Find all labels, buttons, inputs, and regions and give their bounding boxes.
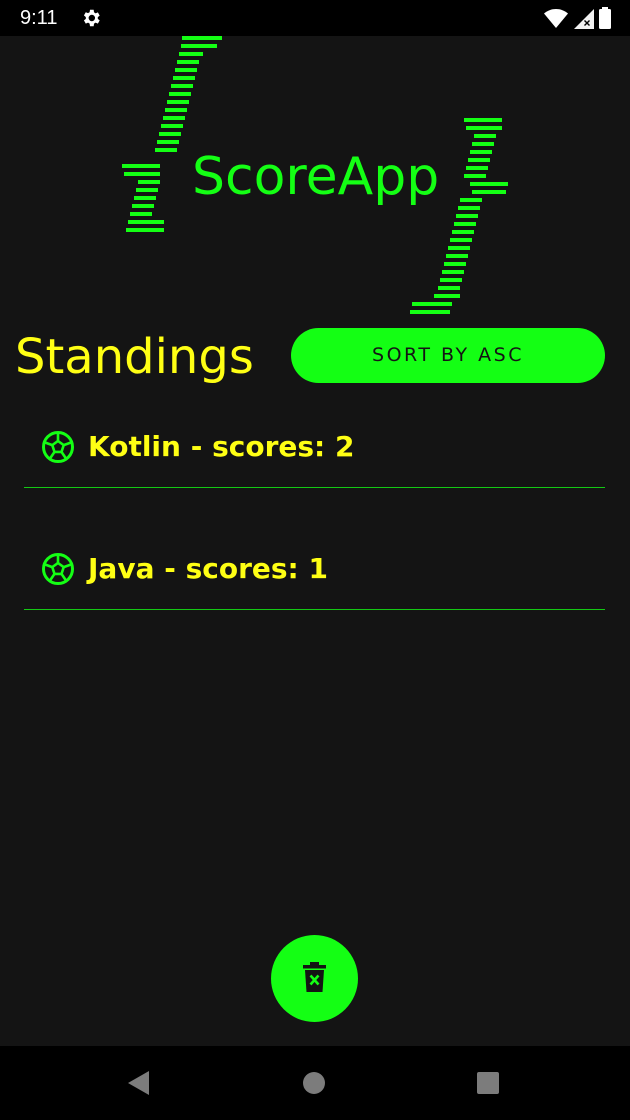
sort-button[interactable]: SORT BY ASC xyxy=(291,328,605,383)
list-item-label: Kotlin - scores: 2 xyxy=(88,430,355,463)
back-icon[interactable] xyxy=(122,1066,156,1100)
status-bar: 9:11 xyxy=(0,0,630,36)
status-time: 9:11 xyxy=(20,7,58,29)
navigation-bar xyxy=(0,1046,630,1120)
gear-icon xyxy=(83,9,100,27)
app-screen: 9:11 ScoreApp Standings SORT BY ASC Kotl… xyxy=(0,0,630,1120)
list-item-label: Java - scores: 1 xyxy=(88,552,328,585)
status-icons xyxy=(544,6,612,30)
divider xyxy=(24,487,605,488)
battery-icon xyxy=(599,7,611,29)
signal-icon xyxy=(574,9,594,29)
logo-text: ScoreApp xyxy=(192,147,440,207)
page-title: Standings xyxy=(15,329,254,385)
delete-all-button[interactable] xyxy=(271,935,358,1022)
divider xyxy=(24,609,605,610)
soccer-ball-icon xyxy=(42,431,74,463)
list-item[interactable]: Kotlin - scores: 2 xyxy=(24,424,605,488)
recents-icon[interactable] xyxy=(471,1066,505,1100)
home-icon[interactable] xyxy=(297,1066,331,1100)
soccer-ball-icon xyxy=(42,553,74,585)
list-item[interactable]: Java - scores: 1 xyxy=(24,546,605,610)
delete-icon xyxy=(303,962,326,992)
wifi-icon xyxy=(544,9,568,28)
